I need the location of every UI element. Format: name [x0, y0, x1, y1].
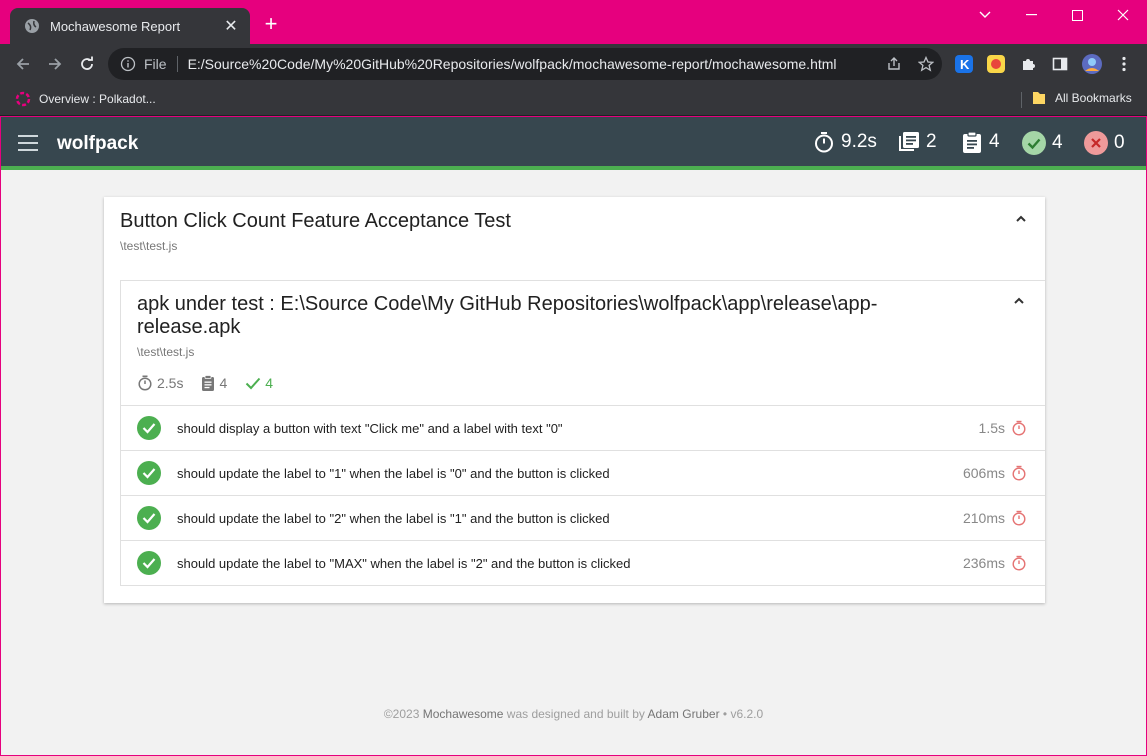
puzzle-icon[interactable] [1018, 54, 1038, 74]
maximize-button[interactable] [1054, 4, 1100, 26]
all-bookmarks-label: All Bookmarks [1055, 91, 1132, 105]
bookmarks-bar: Overview : Polkadot... All Bookmarks [0, 84, 1147, 116]
test-title: should update the label to "MAX" when th… [177, 555, 631, 571]
passed-check-icon [137, 416, 161, 440]
child-tests: 4 [201, 375, 227, 391]
close-window-button[interactable] [1100, 4, 1146, 26]
stat-tests[interactable]: 4 [961, 131, 1000, 153]
suite-file: \test\test.js [120, 239, 178, 253]
more-menu-icon[interactable] [1114, 54, 1134, 74]
stat-passes[interactable]: 4 [1022, 131, 1063, 155]
timer-icon [1012, 465, 1026, 481]
passed-check-icon [137, 461, 161, 485]
clipboard-icon [963, 131, 981, 153]
tab-search-icon[interactable] [962, 4, 1008, 26]
child-tests-count: 4 [219, 375, 228, 391]
collapse-suite-chevron-icon[interactable] [1014, 212, 1028, 226]
tab-strip: Mochawesome Report ✕ + [0, 0, 1147, 44]
suites-count: 2 [926, 131, 937, 152]
footer-text: was designed and built by [506, 707, 645, 721]
report-navbar: wolfpack 9.2s 2 4 4 0 [1, 117, 1146, 170]
test-row[interactable]: should update the label to "MAX" when th… [121, 540, 1045, 585]
footer-copyright: ©2023 [383, 707, 420, 721]
timer-icon [1012, 555, 1026, 571]
mochawesome-link[interactable]: Mochawesome [423, 707, 504, 721]
forward-button[interactable] [43, 52, 67, 76]
duration-value: 9.2s [841, 131, 877, 152]
stat-duration[interactable]: 9.2s [813, 131, 877, 153]
close-tab-icon[interactable]: ✕ [222, 16, 240, 36]
suites-icon [899, 132, 919, 151]
globe-icon [24, 18, 40, 34]
extension-icon[interactable] [986, 54, 1006, 74]
timer-icon [1012, 420, 1026, 436]
minimize-button[interactable] [1008, 4, 1054, 26]
check-icon [246, 377, 261, 390]
timer-icon [138, 375, 152, 391]
stat-failures[interactable]: 0 [1084, 131, 1125, 155]
report-title: wolfpack [57, 133, 139, 154]
all-bookmarks-button[interactable]: All Bookmarks [1032, 90, 1132, 106]
bookmark-divider [1021, 92, 1022, 108]
tab-title: Mochawesome Report [50, 18, 181, 34]
test-duration: 606ms [962, 465, 1005, 481]
page-viewport: wolfpack 9.2s 2 4 4 0 Button Click Count… [1, 117, 1146, 755]
passes-count: 4 [1052, 132, 1063, 153]
report-footer: ©2023 Mochawesome was designed and built… [1, 707, 1146, 721]
timer-icon [815, 132, 833, 153]
folder-icon [1033, 92, 1045, 104]
bookmark-star-icon[interactable] [910, 48, 942, 80]
author-link[interactable]: Adam Gruber [648, 707, 720, 721]
new-tab-button[interactable]: + [260, 13, 282, 35]
collapse-child-suite-chevron-icon[interactable] [1012, 294, 1026, 308]
side-panel-icon[interactable] [1050, 54, 1070, 74]
hamburger-menu-button[interactable] [18, 135, 38, 151]
test-title: should update the label to "2" when the … [177, 510, 610, 526]
test-duration: 236ms [962, 555, 1005, 571]
polkadot-icon [15, 91, 31, 107]
child-duration-value: 2.5s [157, 375, 184, 391]
test-row[interactable]: should update the label to "2" when the … [121, 495, 1045, 540]
suite-card: Button Click Count Feature Acceptance Te… [104, 197, 1045, 603]
test-title: should update the label to "1" when the … [177, 465, 610, 481]
timer-icon [1012, 510, 1026, 526]
test-duration: 1.5s [978, 420, 1005, 436]
failures-count: 0 [1114, 132, 1125, 153]
child-suite-stats: 2.5s 4 4 [137, 375, 291, 391]
bookmark-polkadot[interactable]: Overview : Polkadot... [14, 90, 156, 108]
reload-button[interactable] [75, 52, 99, 76]
svg-text:K: K [960, 57, 970, 72]
bookmark-label: Overview : Polkadot... [39, 92, 156, 106]
browser-tab[interactable]: Mochawesome Report ✕ [10, 8, 250, 44]
k-extension-icon[interactable]: K [954, 54, 974, 74]
share-icon[interactable] [878, 48, 910, 80]
back-button[interactable] [11, 52, 35, 76]
profile-avatar-icon[interactable] [1082, 54, 1102, 74]
tests-count: 4 [989, 131, 1000, 152]
test-title: should display a button with text "Click… [177, 420, 563, 436]
passed-check-icon [137, 506, 161, 530]
test-row[interactable]: should update the label to "1" when the … [121, 450, 1045, 495]
test-duration: 210ms [962, 510, 1005, 526]
passed-check-icon [137, 551, 161, 575]
child-suite-file: \test\test.js [137, 345, 195, 359]
url-text[interactable]: E:/Source%20Code/My%20GitHub%20Repositor… [188, 56, 878, 72]
footer-version: • v6.2.0 [722, 707, 764, 721]
child-passes-count: 4 [265, 375, 274, 391]
child-duration: 2.5s [137, 375, 183, 391]
child-suite: apk under test : E:\Source Code\My GitHu… [120, 280, 1045, 586]
child-passes: 4 [245, 375, 273, 391]
stat-suites[interactable]: 2 [898, 131, 937, 153]
url-scheme-label: File [144, 56, 167, 72]
address-bar[interactable]: File E:/Source%20Code/My%20GitHub%20Repo… [108, 48, 942, 80]
test-row[interactable]: should display a button with text "Click… [121, 405, 1045, 450]
child-suite-title: apk under test : E:\Source Code\My GitHu… [137, 293, 878, 338]
clipboard-icon [202, 375, 215, 391]
pass-check-icon [1022, 131, 1046, 155]
fail-x-icon [1084, 131, 1108, 155]
browser-toolbar: File E:/Source%20Code/My%20GitHub%20Repo… [0, 44, 1147, 84]
suite-title: Button Click Count Feature Acceptance Te… [120, 210, 511, 232]
info-icon[interactable] [120, 56, 136, 72]
omnibox-divider [176, 56, 178, 72]
